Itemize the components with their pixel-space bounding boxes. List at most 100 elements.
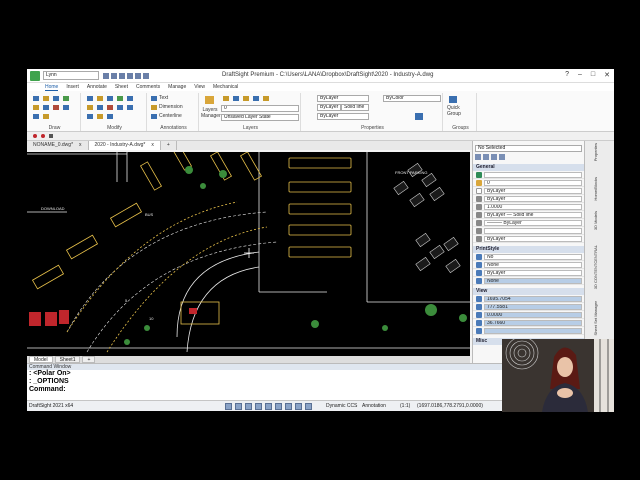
new-doc-tab[interactable]: + <box>161 141 177 150</box>
tab-sheet[interactable]: Sheet <box>115 83 128 91</box>
trim-tool-icon[interactable] <box>87 105 93 110</box>
offset-tool-icon[interactable] <box>117 105 123 110</box>
help-icon[interactable]: ? <box>565 71 569 79</box>
layer-tool-icon-3[interactable] <box>243 96 249 101</box>
property-value[interactable]: ByLayer — Solid line <box>484 211 582 218</box>
tab-comments[interactable]: Comments <box>136 83 160 91</box>
linestyle2-dropdown[interactable]: ByLayer <box>317 113 369 120</box>
tab-mechanical[interactable]: Mechanical <box>213 83 238 91</box>
workspace-dropdown[interactable]: Lynn <box>43 71 99 80</box>
stretch-tool-icon[interactable] <box>107 114 113 119</box>
section-view[interactable]: View <box>473 288 584 295</box>
side-tab-properties[interactable]: Properties <box>593 143 598 161</box>
property-value[interactable]: 0.0000 <box>484 311 582 318</box>
quick-input-toggle-icon[interactable] <box>305 403 312 410</box>
scale-tool-icon[interactable] <box>117 96 123 101</box>
property-value[interactable]: ByLayer <box>484 235 582 242</box>
copy-tool-icon[interactable] <box>97 96 103 101</box>
tab-add-sheet[interactable]: + <box>82 356 96 363</box>
line-tool-icon[interactable] <box>33 96 39 101</box>
tab-manage[interactable]: Manage <box>168 83 186 91</box>
rectangle-tool-icon[interactable] <box>33 105 39 110</box>
arc-tool-icon[interactable] <box>53 96 59 101</box>
property-value[interactable]: None <box>484 261 582 268</box>
tab-annotate[interactable]: Annotate <box>87 83 107 91</box>
polar-toggle-icon[interactable] <box>255 403 262 410</box>
ellipse-tool-icon[interactable] <box>33 114 39 119</box>
layer-tool-icon-2[interactable] <box>233 96 239 101</box>
polyline-tool-icon[interactable] <box>43 96 49 101</box>
property-value[interactable]: 36.7660 <box>484 319 582 326</box>
record-icon[interactable] <box>33 134 37 138</box>
property-value[interactable]: 777.5581 <box>484 303 582 310</box>
stop-icon[interactable] <box>49 134 53 138</box>
property-value[interactable]: No <box>484 253 582 260</box>
property-value[interactable]: ByLayer <box>484 269 582 276</box>
app-logo-icon[interactable] <box>30 70 40 81</box>
undo-icon[interactable] <box>135 72 141 79</box>
layers-manager-icon[interactable] <box>205 96 214 104</box>
hatch-tool-icon[interactable] <box>53 105 59 110</box>
layer-tool-icon-5[interactable] <box>263 96 269 101</box>
snap-toggle-icon[interactable] <box>225 403 232 410</box>
text-tool-label[interactable]: Text <box>159 95 168 101</box>
layer-tool-icon-4[interactable] <box>253 96 259 101</box>
doc-tab-noname[interactable]: NONAME_0.dwg* x <box>27 141 89 150</box>
move-tool-icon[interactable] <box>87 96 93 101</box>
dynamic-ccs-toggle[interactable]: Dynamic CCS <box>326 401 357 411</box>
bycolor-dropdown[interactable]: ByColor <box>383 95 441 102</box>
close-button[interactable]: ✕ <box>604 71 610 79</box>
property-value[interactable]: 1.0000 <box>484 203 582 210</box>
layer-state-dropdown[interactable]: Unsaved Layer State <box>221 114 299 121</box>
property-value[interactable] <box>484 327 582 334</box>
section-printstyle[interactable]: PrintStyle <box>473 246 584 253</box>
tab-insert[interactable]: Insert <box>66 83 79 91</box>
circle-tool-icon[interactable] <box>63 96 69 101</box>
erase-tool-icon[interactable] <box>107 105 113 110</box>
extend-tool-icon[interactable] <box>97 105 103 110</box>
property-value[interactable] <box>484 227 582 234</box>
dimension-tool-label[interactable]: Dimension <box>159 104 183 110</box>
explode-tool-icon[interactable] <box>87 114 93 119</box>
quick-group-icon[interactable] <box>449 96 457 103</box>
property-value[interactable]: ByLayer <box>484 187 582 194</box>
property-value[interactable]: ——— ByLayer <box>484 219 582 226</box>
annotation-scale[interactable]: (1:1) <box>400 401 410 411</box>
tab-model[interactable]: Model <box>29 356 53 363</box>
model-toggle-icon[interactable] <box>295 403 302 410</box>
redo-icon[interactable] <box>143 72 149 79</box>
array-tool-icon[interactable] <box>97 114 103 119</box>
quick-group-label[interactable]: Quick Group <box>447 105 463 117</box>
selection-dropdown[interactable]: No Selected <box>475 145 582 152</box>
drawing-canvas[interactable]: DOWNLOAD BUS FRONT PARKING 5 10 <box>27 152 470 356</box>
fillet-tool-icon[interactable] <box>127 105 133 110</box>
color-dropdown[interactable]: ByLayer <box>317 95 369 102</box>
side-tab-home-blocks[interactable]: Home/Blocks <box>593 177 598 201</box>
mirror-tool-icon[interactable] <box>127 96 133 101</box>
property-value[interactable]: ByLayer <box>484 195 582 202</box>
filter-icon[interactable] <box>499 154 505 160</box>
polygon-tool-icon[interactable] <box>43 114 49 119</box>
save-icon[interactable] <box>119 72 125 79</box>
etrack-toggle-icon[interactable] <box>275 403 282 410</box>
spline-tool-icon[interactable] <box>43 105 49 110</box>
annotation-toggle[interactable]: Annotation <box>362 401 386 411</box>
lineweight-toggle-icon[interactable] <box>285 403 292 410</box>
close-icon[interactable]: x <box>151 141 154 150</box>
current-layer-dropdown[interactable]: 0 <box>221 105 299 112</box>
minimize-button[interactable]: – <box>578 71 582 79</box>
new-file-icon[interactable] <box>103 72 109 79</box>
side-tab-3d-contentcentral[interactable]: 3D CONTENTCENTRAL <box>593 245 598 289</box>
ortho-toggle-icon[interactable] <box>245 403 252 410</box>
tab-home[interactable]: Home <box>45 83 59 91</box>
layer-tool-icon[interactable] <box>223 96 229 101</box>
linestyle-dropdown[interactable]: Solid line <box>341 104 369 111</box>
property-value[interactable] <box>484 171 582 178</box>
close-icon[interactable]: x <box>79 141 82 150</box>
cad-drawing[interactable]: DOWNLOAD BUS FRONT PARKING 5 10 <box>27 152 470 356</box>
layers-manager-label[interactable]: Layers Manager <box>201 107 221 119</box>
toggle-pickadd-icon[interactable] <box>491 154 497 160</box>
text-tool-icon[interactable] <box>151 96 157 101</box>
lineweight-dropdown[interactable]: ByLayer <box>317 104 341 111</box>
side-tab-3d-models[interactable]: 3D Models <box>593 211 598 230</box>
